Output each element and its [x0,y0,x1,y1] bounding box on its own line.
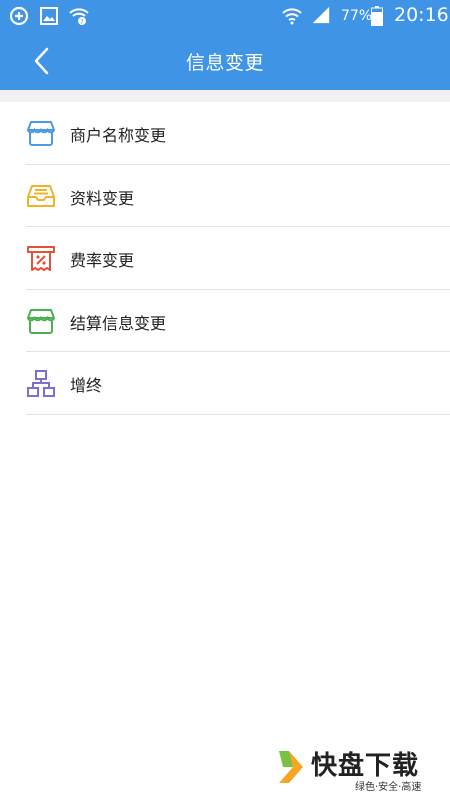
watermark: 快盘下载 绿色·安全·高速 [277,745,445,795]
menu-item-label: 商户名称变更 [70,126,167,145]
menu-item-merchant-name-change[interactable]: 商户名称变更 [0,102,450,165]
hierarchy-icon [27,370,55,397]
receipt-percent-icon [27,246,55,271]
menu-item-profile-change[interactable]: 资料变更 [0,165,450,227]
kuaipan-logo-icon [279,751,303,783]
app-header: 信息变更 [0,32,450,90]
watermark-subtitle: 绿色·安全·高速 [355,782,422,793]
menu-list: 商户名称变更 资料变更 费率变更 结算信息变更 增终 [0,102,450,415]
data-saver-icon [9,6,29,26]
svg-text:?: ? [80,19,83,26]
divider [26,413,450,415]
menu-item-label: 资料变更 [70,188,135,208]
store-icon [27,121,55,146]
clock: 20:16 [394,4,449,26]
menu-item-label: 增终 [70,376,103,395]
menu-item-rate-change[interactable]: 费率变更 [0,227,450,290]
wifi-icon [282,8,302,25]
menu-item-label: 结算信息变更 [70,313,167,333]
image-icon [40,7,58,25]
watermark-title: 快盘下载 [311,751,420,781]
signal-icon [312,6,330,24]
menu-item-label: 费率变更 [70,251,135,270]
status-bar: ? 77% 20:16 [0,0,450,32]
menu-item-settlement-info-change[interactable]: 结算信息变更 [0,290,450,352]
separator-strip [0,90,450,102]
battery-percent: 77% [341,8,373,24]
menu-item-add-terminal[interactable]: 增终 [0,352,450,415]
page-title: 信息变更 [185,52,264,74]
wifi-question-icon: ? [69,8,89,26]
battery-icon [371,6,383,26]
inbox-tray-icon [27,184,55,207]
store-icon [27,308,55,334]
